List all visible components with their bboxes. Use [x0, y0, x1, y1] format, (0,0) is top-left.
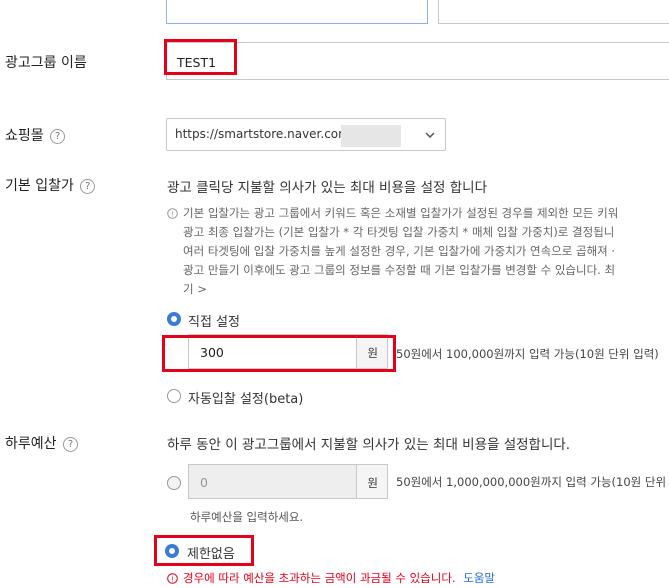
daily-budget-label-text: 하루예산: [5, 436, 57, 452]
svg-text:!: !: [171, 576, 174, 584]
default-bid-info-line-2: 광고 최종 입찰가는 (기본 입찰가 * 각 타겟팅 입찰 가중치 * 매체 입…: [183, 225, 615, 239]
blur-patch: [341, 125, 401, 147]
default-bid-info-line-4: 광고 만들기 이후에도 광고 그룹의 정보를 수정할 때 기본 입찰가를 변경할…: [183, 263, 616, 277]
manual-bid-label: 직접 설정: [188, 315, 240, 330]
default-bid-more-link[interactable]: 기 >: [183, 280, 207, 299]
shopping-mall-label-text: 쇼핑몰: [5, 128, 44, 144]
budget-warning-message: 경우에 따라 예산을 초과하는 금액이 과금될 수 있습니다.: [183, 571, 456, 585]
help-link[interactable]: 도움말: [463, 571, 495, 585]
budget-amount-unit-text: 원: [367, 476, 378, 490]
warning-icon: !: [167, 573, 178, 584]
default-bid-info-line-3: 여러 타겟팅에 입찰 가중치를 높게 설정한 경우, 기본 입찰가에 가중치가 …: [183, 244, 616, 258]
shopping-mall-label: 쇼핑몰 ?: [5, 125, 66, 145]
chevron-down-icon: [425, 132, 435, 139]
daily-budget-label: 하루예산 ?: [5, 433, 78, 453]
budget-amount-radio[interactable]: [167, 476, 181, 490]
daily-budget-headline: 하루 동안 이 광고그룹에서 지불할 의사가 있는 최대 비용을 설정합니다.: [167, 437, 571, 453]
question-mark-icon[interactable]: ?: [80, 178, 96, 194]
shopping-mall-url: https://smartstore.naver.com/: [175, 127, 354, 141]
highlight-manual-bid: [162, 335, 396, 372]
manual-bid-radio[interactable]: [167, 312, 181, 326]
top-input-left[interactable]: [166, 0, 428, 24]
budget-amount-note: 하루예산을 입력하세요.: [190, 510, 304, 524]
ad-group-name-value: TEST1: [177, 55, 217, 70]
auto-bid-label: 자동입찰 설정(beta): [188, 392, 304, 407]
auto-bid-radio[interactable]: [167, 389, 181, 403]
manual-bid-hint: 50원에서 100,000원까지 입력 가능(10원 단위 입력): [396, 347, 659, 361]
question-mark-icon[interactable]: ?: [50, 128, 66, 144]
budget-warning-text: 경우에 따라 예산을 초과하는 금액이 과금될 수 있습니다. 도움말: [183, 570, 495, 586]
info-circle-icon: !: [167, 208, 178, 219]
svg-text:!: !: [171, 211, 174, 219]
budget-amount-placeholder: 0: [200, 475, 208, 490]
default-bid-label-text: 기본 입찰가: [5, 178, 74, 194]
shopping-mall-select[interactable]: https://smartstore.naver.com/: [166, 118, 446, 151]
budget-amount-input[interactable]: 0 원: [188, 464, 388, 499]
question-mark-icon[interactable]: ?: [62, 436, 78, 452]
ad-group-name-input[interactable]: [166, 42, 669, 80]
budget-amount-hint: 50원에서 1,000,000,000원까지 입력 가능(10원 단위 입력: [396, 475, 669, 489]
ad-group-name-label: 광고그룹 이름: [5, 55, 87, 71]
default-bid-headline: 광고 클릭당 지불할 의사가 있는 최대 비용을 설정 합니다: [167, 180, 487, 196]
highlight-unlimited: [154, 535, 254, 566]
default-bid-label: 기본 입찰가 ?: [5, 175, 96, 195]
default-bid-info-line-1: 기본 입찰가는 광고 그룹에서 키워드 혹은 소재별 입찰가가 설정된 경우를 …: [183, 206, 619, 220]
top-input-right[interactable]: [438, 0, 669, 24]
